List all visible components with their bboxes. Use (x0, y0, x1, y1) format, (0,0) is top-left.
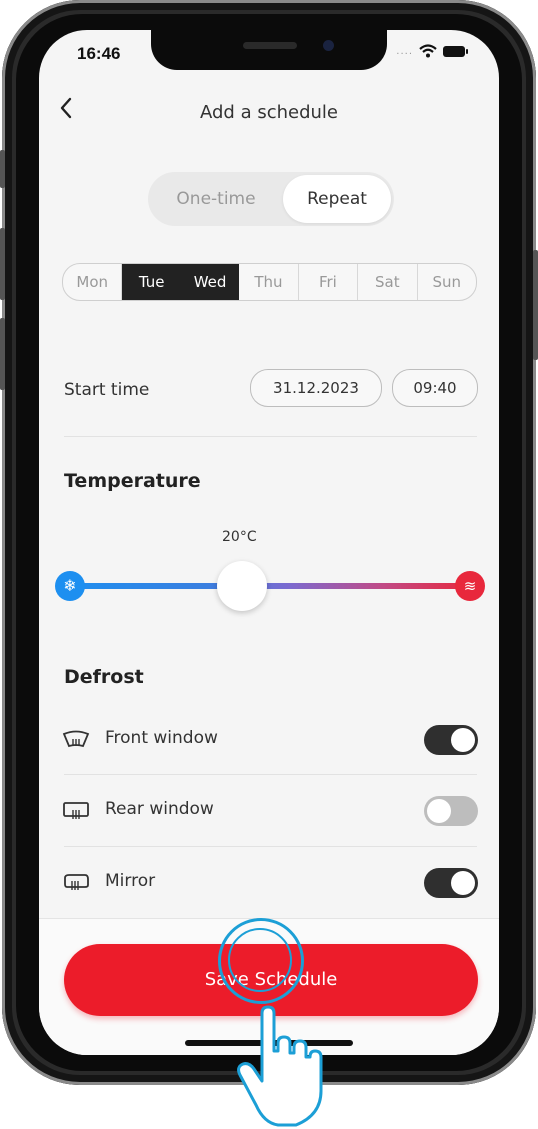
volume-down-button (0, 318, 5, 390)
page-title: Add a schedule (200, 102, 338, 123)
segment-one-time[interactable]: One-time (148, 172, 284, 226)
toggle-knob (427, 799, 451, 823)
start-time-picker[interactable]: 09:40 (392, 369, 478, 407)
day-sat[interactable]: Sat (358, 264, 418, 300)
app-screen: 16:46 .... Add a schedule One-time Repea… (39, 30, 499, 1055)
battery-icon (443, 45, 468, 57)
status-time: 16:46 (77, 44, 121, 63)
front-camera (323, 40, 334, 51)
heat-waves-icon: ≋ (455, 571, 485, 601)
volume-up-button (0, 228, 5, 300)
day-tue[interactable]: Tue (122, 264, 181, 300)
mirror-toggle[interactable] (424, 868, 478, 898)
front-window-defrost-icon (62, 730, 90, 748)
temperature-slider-thumb[interactable] (217, 561, 267, 611)
speaker (243, 42, 297, 49)
mirror-label: Mirror (105, 871, 156, 891)
mirror-defrost-icon (64, 874, 89, 890)
rear-window-toggle[interactable] (424, 796, 478, 826)
start-time-label: Start time (64, 380, 150, 400)
snowflake-icon: ❄ (55, 571, 85, 601)
toggle-knob (451, 871, 475, 895)
divider (64, 846, 477, 847)
day-fri[interactable]: Fri (299, 264, 359, 300)
front-window-toggle[interactable] (424, 725, 478, 755)
divider (64, 774, 477, 775)
day-thu[interactable]: Thu (239, 264, 299, 300)
day-selector: Mon Tue Wed Thu Fri Sat Sun (62, 263, 477, 301)
wifi-icon (419, 44, 437, 58)
front-window-label: Front window (105, 728, 218, 748)
rear-window-defrost-icon (63, 802, 89, 819)
segment-repeat[interactable]: Repeat (283, 175, 391, 223)
toggle-knob (451, 728, 475, 752)
start-date-picker[interactable]: 31.12.2023 (250, 369, 382, 407)
day-wed[interactable]: Wed (180, 264, 240, 300)
temperature-value: 20°C (222, 529, 257, 545)
day-mon[interactable]: Mon (63, 264, 123, 300)
mute-switch (0, 150, 5, 188)
signal-dots: .... (396, 45, 413, 57)
temperature-heading: Temperature (64, 470, 201, 492)
notch (151, 30, 387, 70)
tap-hand-icon (237, 1005, 323, 1127)
power-button (533, 250, 538, 360)
tap-ring-inner (228, 928, 292, 992)
temperature-slider-track[interactable] (63, 583, 473, 589)
schedule-type-toggle: One-time Repeat (148, 172, 394, 226)
status-indicators: .... (396, 44, 468, 58)
defrost-heading: Defrost (64, 666, 144, 688)
day-sun[interactable]: Sun (418, 264, 476, 300)
divider (64, 436, 477, 437)
rear-window-label: Rear window (105, 799, 214, 819)
